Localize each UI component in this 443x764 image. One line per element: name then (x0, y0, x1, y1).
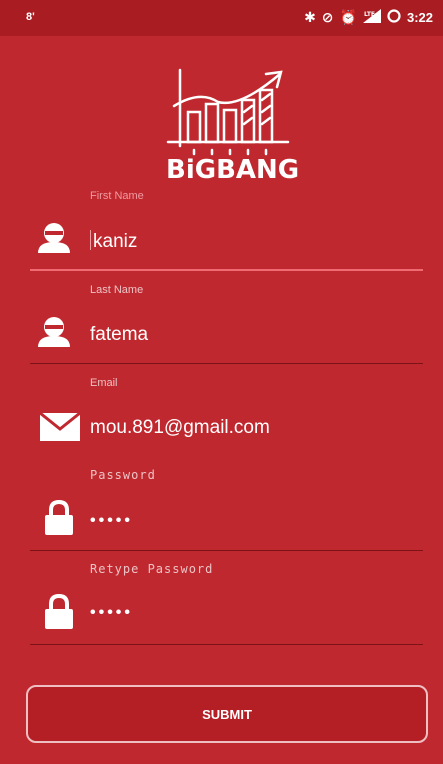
submit-button[interactable]: SUBMIT (26, 685, 428, 743)
person-icon (36, 316, 72, 353)
password-field[interactable]: Password ••••• (30, 468, 423, 552)
retype-password-input[interactable]: ••••• (90, 604, 133, 622)
logo-chart-icon (166, 68, 290, 156)
first-name-label: First Name (90, 190, 144, 202)
last-name-field[interactable]: Last Name fatema (30, 284, 423, 366)
bluetooth-icon: ✱ (304, 9, 316, 25)
status-icons: ✱ ⊘ ⏰ LTE 3:22 (304, 9, 433, 26)
mail-icon (39, 411, 81, 446)
last-name-label: Last Name (90, 284, 144, 296)
retype-password-label: Retype Password (90, 562, 214, 576)
lock-icon (44, 593, 74, 635)
battery-icon (387, 9, 401, 26)
svg-text:LTE: LTE (364, 11, 375, 18)
first-name-input[interactable]: kaniz (90, 230, 137, 253)
notification-indicator: 8' (26, 11, 35, 23)
email-label: Email (90, 377, 118, 389)
password-underline (30, 550, 423, 551)
bigbang-logo: BiGBANG (160, 60, 300, 192)
last-name-underline (30, 363, 423, 364)
email-input[interactable]: mou.891@gmail.com (90, 417, 270, 439)
retype-password-underline (30, 644, 423, 645)
status-bar: 8' ✱ ⊘ ⏰ LTE 3:22 (0, 0, 443, 36)
email-field[interactable]: Email mou.891@gmail.com (30, 377, 423, 459)
alarm-icon: ⏰ (339, 9, 357, 25)
last-name-input[interactable]: fatema (90, 324, 148, 346)
do-not-disturb-icon: ⊘ (321, 9, 334, 25)
logo-text: BiGBANG (166, 155, 300, 185)
first-name-underline (30, 269, 423, 271)
lock-icon (44, 499, 74, 541)
password-label: Password (90, 468, 156, 482)
password-input[interactable]: ••••• (90, 512, 133, 530)
first-name-field[interactable]: First Name kaniz (30, 190, 423, 272)
person-icon (36, 222, 72, 259)
lte-signal-icon: LTE (362, 9, 381, 26)
clock-time: 3:22 (406, 10, 433, 25)
retype-password-field[interactable]: Retype Password ••••• (30, 562, 423, 646)
